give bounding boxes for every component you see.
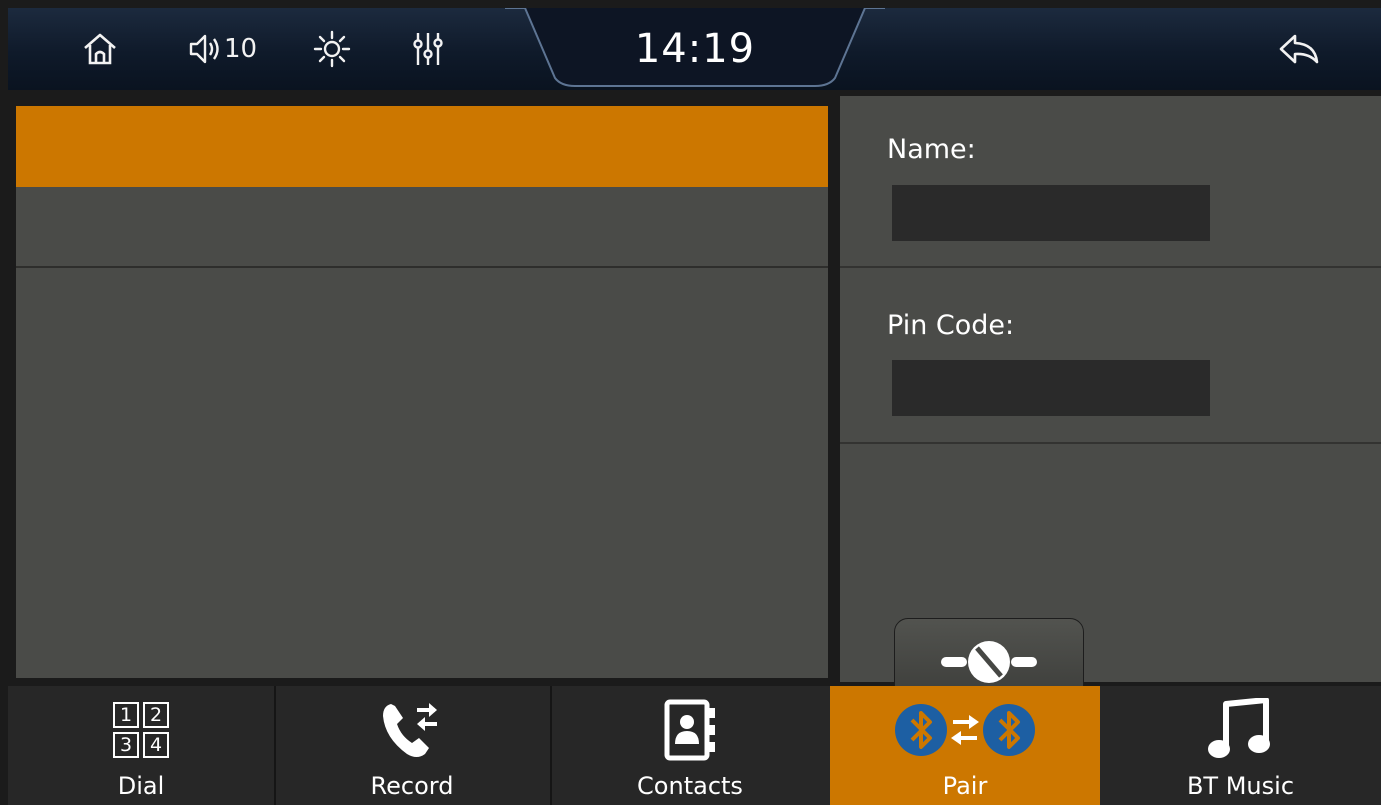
- tab-record[interactable]: Record: [274, 686, 550, 805]
- dial-pad-icon: 1 2 3 4: [113, 698, 169, 762]
- bottom-nav: 1 2 3 4 Dial Record Contacts Pair BT Mus…: [8, 686, 1381, 805]
- list-item[interactable]: [16, 187, 828, 268]
- tab-pair[interactable]: Pair: [830, 686, 1100, 805]
- back-icon: [1279, 34, 1319, 64]
- equalizer-button[interactable]: [408, 28, 452, 70]
- name-field: [892, 185, 1210, 241]
- volume-button[interactable]: 10: [188, 28, 280, 70]
- name-label: Name:: [887, 134, 976, 165]
- paired-device-list: [16, 106, 828, 678]
- pin-code-field: [892, 360, 1210, 416]
- equalizer-icon: [413, 33, 443, 65]
- tab-pair-label: Pair: [942, 772, 988, 800]
- dial-key: 2: [143, 702, 169, 728]
- home-button[interactable]: [80, 28, 124, 70]
- tab-bt-music-label: BT Music: [1186, 772, 1295, 800]
- dial-key: 4: [143, 732, 169, 758]
- clock: 14:19: [634, 26, 756, 72]
- call-record-icon: [377, 698, 447, 762]
- brightness-icon: [313, 30, 351, 68]
- dial-key: 3: [113, 732, 139, 758]
- tab-contacts[interactable]: Contacts: [550, 686, 830, 805]
- pin-code-label: Pin Code:: [887, 310, 1015, 341]
- pair-action-section: [840, 444, 1381, 706]
- pin-code-section: Pin Code:: [840, 268, 1381, 444]
- dial-key: 1: [113, 702, 139, 728]
- pair-info-panel: Name: Pin Code:: [840, 96, 1381, 706]
- tab-dial[interactable]: 1 2 3 4 Dial: [8, 686, 274, 805]
- speaker-icon: [189, 34, 219, 64]
- tab-bt-music[interactable]: BT Music: [1100, 686, 1381, 805]
- brightness-button[interactable]: [312, 28, 356, 70]
- home-icon: [84, 33, 116, 65]
- status-bar: 10 14:19: [8, 8, 1381, 90]
- contacts-book-icon: [655, 698, 725, 762]
- tab-contacts-label: Contacts: [637, 772, 743, 800]
- disconnect-plug-icon: [941, 641, 1037, 683]
- bluetooth-pair-icon: [893, 698, 1037, 762]
- volume-level: 10: [224, 34, 258, 64]
- list-item-selected[interactable]: [16, 106, 828, 187]
- music-note-icon: [1206, 698, 1276, 762]
- back-button[interactable]: [1276, 28, 1326, 70]
- tab-dial-label: Dial: [117, 772, 165, 800]
- tab-record-label: Record: [370, 772, 454, 800]
- device-name-section: Name:: [840, 96, 1381, 268]
